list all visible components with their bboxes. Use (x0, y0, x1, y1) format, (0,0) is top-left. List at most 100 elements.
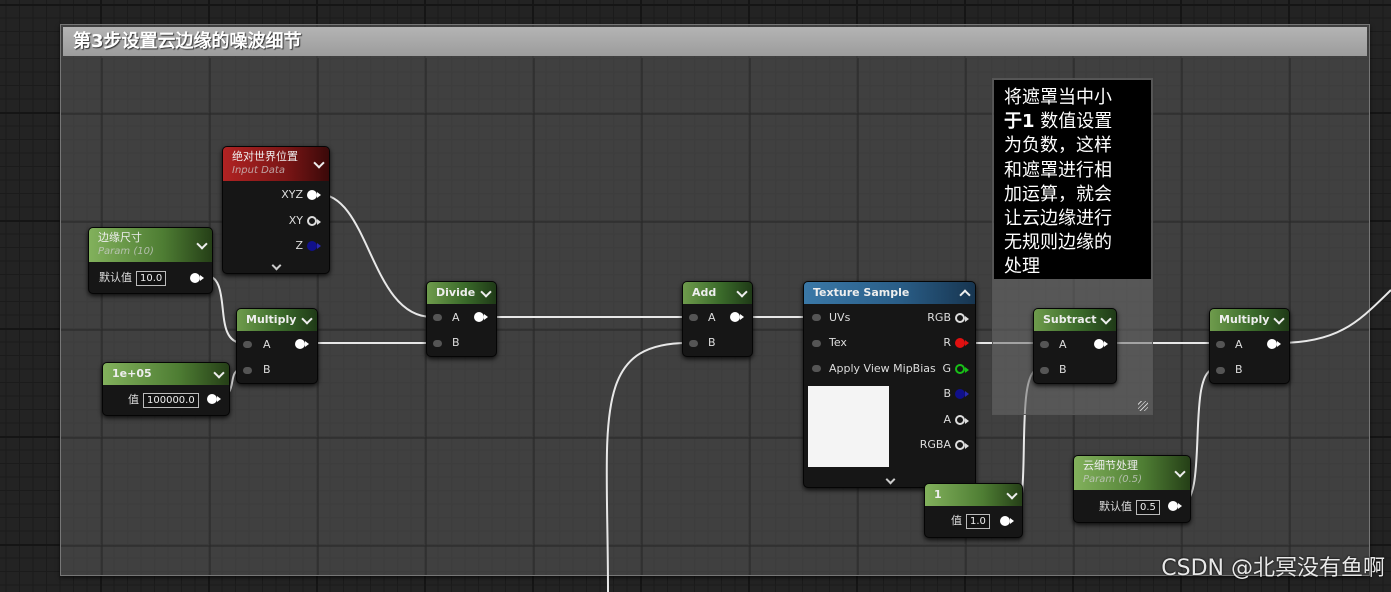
pin-label-a: A (263, 338, 271, 351)
input-pin-a[interactable] (1216, 341, 1225, 348)
note-bold: 于1 (1004, 111, 1035, 133)
wire-multiply-out (1278, 289, 1391, 344)
output-pin[interactable] (1000, 516, 1014, 526)
pin-label-b: B (1235, 363, 1243, 376)
chevron-down-icon[interactable] (213, 367, 225, 379)
node-title: Multiply (1219, 313, 1270, 326)
chevron-down-icon[interactable] (301, 313, 313, 325)
node-title: Add (692, 286, 717, 299)
output-pin-xy[interactable] (307, 216, 321, 226)
node-header[interactable]: 边缘尺寸 Param (10) (89, 228, 212, 262)
output-pin[interactable] (207, 394, 221, 404)
node-subtract[interactable]: Subtract A B (1033, 308, 1117, 384)
node-header[interactable]: Add (683, 282, 752, 304)
pin-label-b: B (1059, 363, 1067, 376)
input-pin-a[interactable] (243, 341, 252, 348)
input-pin-b[interactable] (433, 340, 442, 347)
node-header[interactable]: 绝对世界位置 Input Data (223, 147, 329, 181)
input-pin-b[interactable] (1216, 367, 1225, 374)
output-pin-r[interactable] (955, 338, 969, 348)
chevron-down-icon[interactable] (885, 474, 895, 485)
node-multiply-2[interactable]: Multiply A B (1209, 308, 1290, 384)
texture-preview[interactable] (808, 386, 889, 467)
note-line: 和遮罩进行相 (1004, 159, 1112, 181)
node-header[interactable]: Texture Sample (804, 282, 975, 304)
node-constant-1[interactable]: 1 值 1.0 (924, 483, 1023, 538)
node-header[interactable]: Divide (427, 282, 496, 304)
node-multiply-1[interactable]: Multiply A B (236, 308, 318, 384)
chevron-up-icon[interactable] (959, 289, 971, 301)
value-field[interactable]: 100000.0 (143, 393, 199, 408)
node-param-edge-size[interactable]: 边缘尺寸 Param (10) 默认值 10.0 (88, 227, 213, 294)
pin-label-b: B (708, 336, 716, 349)
pin-label-a: A (1059, 338, 1067, 351)
note-line: 让云边缘进行 (1004, 208, 1112, 230)
pin-label-uvs: UVs (829, 311, 851, 324)
input-pin-b[interactable] (243, 367, 252, 374)
note-rest: 数值设置 (1034, 111, 1113, 133)
output-pin[interactable] (730, 312, 744, 322)
chevron-down-icon[interactable] (1006, 488, 1018, 500)
pin-label-a: A (708, 311, 716, 324)
pin-label-a: A (1235, 338, 1243, 351)
output-pin[interactable] (1168, 501, 1182, 511)
note-line: 于1 数值设置 (1004, 110, 1151, 134)
node-texture-sample[interactable]: Texture Sample UVs Tex Apply View MipBia… (803, 281, 976, 488)
node-divide[interactable]: Divide A B (426, 281, 497, 357)
node-absolute-world-position[interactable]: 绝对世界位置 Input Data XYZ XY Z (222, 146, 330, 274)
node-constant-1e05[interactable]: 1e+05 值 100000.0 (102, 362, 230, 416)
node-title: Texture Sample (813, 286, 910, 299)
resize-grip-icon[interactable] (1138, 401, 1148, 411)
output-pin[interactable] (1094, 339, 1108, 349)
chevron-down-icon[interactable] (480, 286, 492, 298)
note-line: 为负数，这样 (1004, 135, 1112, 157)
default-value-field[interactable]: 10.0 (136, 271, 167, 286)
watermark: CSDN @北冥没有鱼啊 (1161, 556, 1385, 581)
pin-label-g: G (942, 362, 951, 375)
node-header[interactable]: 1e+05 (103, 363, 229, 385)
value-field[interactable]: 1.0 (966, 514, 990, 529)
wire-external-to-add-b (605, 342, 689, 592)
output-pin[interactable] (474, 312, 488, 322)
chevron-down-icon[interactable] (1100, 313, 1112, 325)
node-header[interactable]: Multiply (1210, 309, 1289, 331)
output-pin-g[interactable] (955, 364, 969, 374)
node-header[interactable]: Subtract (1034, 309, 1116, 331)
input-pin-a[interactable] (433, 314, 442, 321)
input-pin-b[interactable] (1040, 367, 1049, 374)
node-header[interactable]: 1 (925, 484, 1022, 506)
output-pin[interactable] (190, 273, 204, 283)
node-title: 绝对世界位置 (232, 150, 298, 163)
default-value-field[interactable]: 0.5 (1136, 500, 1160, 515)
node-param-cloud-detail[interactable]: 云细节处理 Param (0.5) 默认值 0.5 (1073, 455, 1191, 523)
node-title: 云细节处理 (1083, 459, 1138, 472)
value-label: 值 (128, 393, 139, 406)
output-pin-z[interactable] (307, 241, 321, 251)
output-pin-a[interactable] (955, 415, 969, 425)
constant-value-row: 值 100000.0 (128, 392, 199, 408)
node-add[interactable]: Add A B (682, 281, 753, 357)
node-header[interactable]: 云细节处理 Param (0.5) (1074, 456, 1190, 490)
chevron-down-icon[interactable] (736, 286, 748, 298)
input-pin-a[interactable] (1040, 341, 1049, 348)
chevron-down-icon[interactable] (271, 260, 282, 271)
input-pin-a[interactable] (689, 314, 698, 321)
node-header[interactable]: Multiply (237, 309, 317, 331)
input-pin-mipbias[interactable] (812, 365, 821, 372)
output-pin-rgba[interactable] (955, 440, 969, 450)
output-pin-rgb[interactable] (955, 313, 969, 323)
node-subtitle: Param (0.5) (1083, 474, 1143, 485)
input-pin-b[interactable] (689, 340, 698, 347)
output-pin-b[interactable] (955, 389, 969, 399)
output-pin[interactable] (295, 339, 309, 349)
input-pin-tex[interactable] (812, 340, 821, 347)
pin-label-mipbias: Apply View MipBias (829, 362, 936, 375)
note-text: 将遮罩当中小 于1 数值设置 为负数，这样 和遮罩进行相 加运算，就会 让云边缘… (994, 80, 1151, 279)
chevron-down-icon[interactable] (1273, 313, 1285, 325)
node-title: 边缘尺寸 (98, 231, 142, 244)
param-default-row: 默认值 0.5 (1099, 499, 1160, 515)
output-pin[interactable] (1267, 339, 1281, 349)
input-pin-uvs[interactable] (812, 314, 821, 321)
param-default-row: 默认值 10.0 (99, 270, 167, 286)
output-pin-xyz[interactable] (307, 190, 321, 200)
